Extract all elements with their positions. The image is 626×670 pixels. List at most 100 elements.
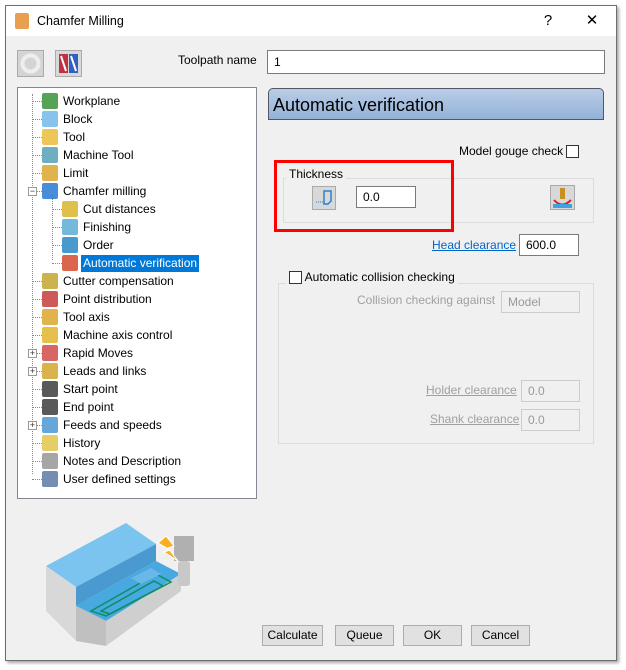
tree-line [32,155,42,156]
machine-tool-icon [42,147,58,163]
tree-item-block[interactable]: Block [42,110,94,128]
highlight-box [274,160,454,232]
model-gouge-check[interactable]: Model gouge check [459,144,580,159]
collision-against-label: Collision checking against [357,293,496,307]
tree-item-notes-and-description[interactable]: Notes and Description [42,452,183,470]
tree-line [32,299,42,300]
tree-line [32,335,42,336]
tree-line [52,227,62,228]
tree-item-cut-distances[interactable]: Cut distances [62,200,158,218]
expand-toggle[interactable]: + [28,367,37,376]
tree-line [32,317,42,318]
toolpath-name-input[interactable] [267,50,605,74]
tree-line [32,479,42,480]
tree-item-label: Feeds and speeds [63,417,162,432]
expand-toggle[interactable]: + [28,421,37,430]
tree-line [52,245,62,246]
head-clearance-link[interactable]: Head clearance [432,238,516,252]
tree-item-label: History [63,435,101,450]
notes-icon [42,453,58,469]
expand-toggle[interactable]: + [28,349,37,358]
tree-item-chamfer-milling[interactable]: Chamfer milling [42,182,148,200]
tree-item-label: Tool [63,129,86,144]
tree-item-label: Notes and Description [63,453,182,468]
tree-line [32,94,33,474]
toolpath-settings-icon[interactable] [55,50,82,77]
tree-item-label: Cutter compensation [63,273,174,288]
ok-button[interactable]: OK [403,625,462,646]
holder-clearance-input[interactable] [521,380,580,402]
tree-item-label: Point distribution [63,291,152,306]
tree-item-automatic-verification[interactable]: Automatic verification [62,254,200,272]
tree-item-end-point[interactable]: End point [42,398,116,416]
tree-item-label: Leads and links [63,363,147,378]
tree-item-user-defined-settings[interactable]: User defined settings [42,470,178,488]
tree-item-workplane[interactable]: Workplane [42,92,122,110]
recycle-icon[interactable] [17,50,44,77]
end-point-icon [42,399,58,415]
collision-checkbox-row[interactable]: Automatic collision checking [286,270,458,285]
page-header: Automatic verification [268,88,604,120]
tree-line [32,407,42,408]
tree-line [32,173,42,174]
tree-item-label: Limit [63,165,89,180]
machine-axis-control-icon [42,327,58,343]
tool-axis-icon [42,309,58,325]
tree-item-point-distribution[interactable]: Point distribution [42,290,154,308]
tree-item-label: Automatic verification [81,254,200,272]
tree-item-tool[interactable]: Tool [42,128,87,146]
head-clearance-input[interactable] [519,234,579,256]
tree-line [32,119,42,120]
user-settings-icon [42,471,58,487]
machining-illustration [46,523,194,646]
tree-item-feeds-and-speeds[interactable]: Feeds and speeds [42,416,164,434]
tree-line [32,281,42,282]
tree-item-label: Workplane [63,93,121,108]
expand-toggle[interactable]: − [28,187,37,196]
tree-item-history[interactable]: History [42,434,102,452]
cutter-compensation-icon [42,273,58,289]
close-button[interactable]: ✕ [572,6,612,36]
tree-item-label: Start point [63,381,118,396]
tree-item-limit[interactable]: Limit [42,164,90,182]
tree-line [32,443,42,444]
rapid-moves-icon [42,345,58,361]
tree-item-machine-tool[interactable]: Machine Tool [42,146,136,164]
tree-item-label: Cut distances [83,201,156,216]
app-logo-icon [15,13,29,29]
tree-item-rapid-moves[interactable]: Rapid Moves [42,344,135,362]
tree-item-order[interactable]: Order [62,236,116,254]
point-distribution-icon [42,291,58,307]
collision-checkbox[interactable] [289,271,302,285]
tree-item-cutter-compensation[interactable]: Cutter compensation [42,272,176,290]
tree-item-start-point[interactable]: Start point [42,380,120,398]
calculate-button[interactable]: Calculate [262,625,323,646]
window-title: Chamfer Milling [37,14,124,28]
cut-distances-icon [62,201,78,217]
tree-item-finishing[interactable]: Finishing [62,218,133,236]
cancel-button[interactable]: Cancel [471,625,530,646]
tree-item-leads-and-links[interactable]: Leads and links [42,362,148,380]
tree-line [32,389,42,390]
collision-label: Automatic collision checking [304,270,455,284]
help-button[interactable]: ? [528,6,568,36]
collision-against-select[interactable] [501,291,580,313]
model-gouge-checkbox[interactable] [566,145,580,159]
feeds-and-speeds-icon [42,417,58,433]
tree-item-machine-axis-control[interactable]: Machine axis control [42,326,174,344]
tree-item-tool-axis[interactable]: Tool axis [42,308,112,326]
queue-button[interactable]: Queue [335,625,394,646]
chamfer-milling-dialog: Chamfer Milling ? ✕ Toolpath name Workpl… [5,5,617,661]
workplane-icon [42,93,58,109]
holder-clearance-label: Holder clearance [426,383,517,397]
shank-clearance-input[interactable] [521,409,580,431]
tool-icon [42,129,58,145]
start-point-icon [42,381,58,397]
gouge-check-tool-icon[interactable] [550,185,575,210]
history-icon [42,435,58,451]
tree-item-label: Block [63,111,93,126]
limit-icon [42,165,58,181]
tree-line [32,101,42,102]
title-bar: Chamfer Milling ? ✕ [6,6,616,36]
finishing-icon [62,219,78,235]
